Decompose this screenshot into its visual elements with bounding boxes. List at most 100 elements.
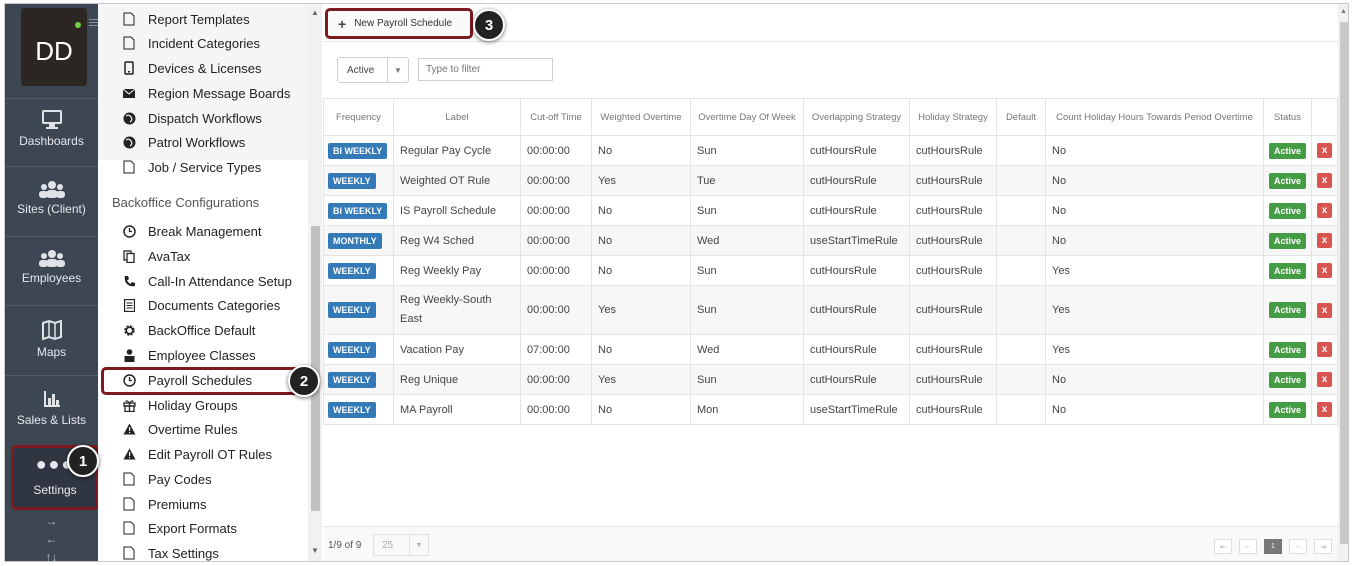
menu-item-documents-categories[interactable]: Documents Categories (118, 294, 280, 316)
delete-button[interactable]: x (1317, 233, 1332, 248)
nav-item-sites[interactable]: Sites (Client) (5, 180, 98, 216)
default-cell (996, 135, 1046, 166)
table-row[interactable]: BI WEEKLY IS Payroll Schedule 00:00:00 No Su… (323, 195, 1338, 226)
table-row[interactable]: WEEKLY Vacation Pay 07:00:00 No Wed cutHoursR… (323, 334, 1338, 365)
status-badge[interactable]: Active (1269, 142, 1307, 159)
page-size-select[interactable]: 25 ▼ (373, 534, 429, 556)
menu-item-premiums[interactable]: Premiums (118, 493, 207, 515)
chevron-down-icon: ▼ (394, 65, 402, 75)
table-row[interactable]: MONTHLY Reg W4 Sched 00:00:00 No Wed useStart… (323, 225, 1338, 256)
scrollbar-thumb[interactable] (1340, 22, 1348, 544)
avatar[interactable]: DD (21, 8, 87, 86)
status-badge[interactable]: Active (1269, 262, 1307, 279)
menu-item-avatax[interactable]: AvaTax (118, 245, 190, 267)
actions-cell: x (1311, 394, 1338, 425)
delete-button[interactable]: x (1317, 173, 1332, 188)
column-header-overtime-day[interactable]: Overtime Day Of Week (690, 98, 804, 136)
prev-page-button[interactable]: ← (1239, 539, 1257, 554)
delete-button[interactable]: x (1317, 372, 1332, 387)
arrow-left-icon[interactable]: ← (5, 530, 98, 548)
scroll-up-icon[interactable]: ▲ (311, 8, 319, 17)
nav-item-employees[interactable]: Employees (5, 249, 98, 285)
overlapping-strategy-cell: cutHoursRule (803, 135, 910, 166)
filter-input[interactable] (418, 58, 553, 81)
settings-menu-scrollbar[interactable]: ▲ ▼ (308, 4, 322, 561)
table-row[interactable]: WEEKLY Reg Weekly Pay 00:00:00 No Sun cutHour… (323, 255, 1338, 286)
holiday-strategy-cell: cutHoursRule (909, 225, 997, 256)
new-payroll-schedule-button[interactable]: + New Payroll Schedule (325, 8, 473, 39)
menu-item-call-in-attendance-setup[interactable]: Call-In Attendance Setup (118, 270, 292, 292)
delete-button[interactable]: x (1317, 143, 1332, 158)
status-badge[interactable]: Active (1269, 371, 1307, 388)
column-header-weighted-overtime[interactable]: Weighted Overtime (591, 98, 691, 136)
delete-button[interactable]: x (1317, 342, 1332, 357)
menu-item-report-templates[interactable]: Report Templates (118, 8, 250, 30)
menu-item-region-message-boards[interactable]: Region Message Boards (118, 82, 290, 104)
nav-item-dashboards[interactable]: Dashboards (5, 110, 98, 148)
table-row[interactable]: WEEKLY Reg Weekly-South East 00:00:00 Yes Su… (323, 285, 1338, 335)
menu-item-job-service-types[interactable]: Job / Service Types (118, 156, 261, 178)
menu-item-edit-payroll-ot-rules[interactable]: Edit Payroll OT Rules (118, 443, 272, 465)
menu-item-export-formats[interactable]: Export Formats (118, 517, 237, 539)
menu-toggle-icon[interactable] (89, 19, 98, 28)
status-badge[interactable]: Active (1269, 302, 1307, 318)
frequency-badge: BI WEEKLY (328, 142, 388, 159)
column-header-count-holiday-hours[interactable]: Count Holiday Hours Towards Period Overt… (1045, 98, 1264, 136)
status-badge[interactable]: Active (1269, 172, 1307, 189)
column-header-frequency[interactable]: Frequency (323, 98, 394, 136)
menu-item-patrol-workflows[interactable]: Patrol Workflows (118, 131, 245, 153)
arrow-right-icon[interactable]: → (5, 512, 98, 530)
menu-item-holiday-groups[interactable]: Holiday Groups (118, 394, 238, 416)
table-row[interactable]: WEEKLY Weighted OT Rule 00:00:00 Yes Tue cutH… (323, 165, 1338, 196)
menu-item-incident-categories[interactable]: Incident Categories (118, 32, 260, 54)
current-page-button[interactable]: 1 (1264, 539, 1282, 554)
delete-button[interactable]: x (1317, 203, 1332, 218)
scroll-up-icon[interactable]: ▲ (1340, 8, 1347, 15)
scroll-down-icon[interactable]: ▼ (311, 546, 319, 555)
table-row[interactable]: WEEKLY MA Payroll 00:00:00 No Mon useStartTim… (323, 394, 1338, 425)
column-header-holiday-strategy[interactable]: Holiday Strategy (909, 98, 997, 136)
column-header-cutoff-time[interactable]: Cut-off Time (520, 98, 592, 136)
table-row[interactable]: WEEKLY Reg Unique 00:00:00 Yes Sun cutHoursRu… (323, 364, 1338, 395)
status-badge[interactable]: Active (1269, 202, 1307, 219)
overlapping-strategy-cell: cutHoursRule (803, 165, 910, 196)
overlapping-strategy-cell: useStartTimeRule (803, 225, 910, 256)
nav-item-label: Maps (36, 345, 67, 359)
holiday-strategy-cell: cutHoursRule (909, 285, 997, 335)
menu-item-devices-licenses[interactable]: Devices & Licenses (118, 57, 261, 79)
overtime-day-cell: Mon (690, 394, 804, 425)
last-page-button[interactable]: ⇥ (1314, 539, 1332, 554)
nav-item-sales-lists[interactable]: Sales & Lists (5, 389, 98, 427)
frequency-badge: WEEKLY (328, 371, 376, 388)
menu-item-employee-classes[interactable]: Employee Classes (118, 344, 256, 366)
frequency-badge: MONTHLY (328, 232, 382, 249)
main-scrollbar[interactable]: ▲ (1338, 4, 1348, 561)
record-count: 1/9 of 9 (328, 540, 362, 551)
nav-item-label: Settings (33, 483, 77, 497)
column-header-status[interactable]: Status (1262, 98, 1313, 136)
menu-item-overtime-rules[interactable]: Overtime Rules (118, 418, 238, 440)
column-header-default[interactable]: Default (996, 98, 1046, 136)
arrow-updown-icon[interactable]: ↑↓ (5, 548, 98, 561)
nav-item-maps[interactable]: Maps (5, 319, 98, 359)
next-page-button[interactable]: → (1289, 539, 1307, 554)
column-header-overlapping-strategy[interactable]: Overlapping Strategy (803, 98, 910, 136)
status-badge[interactable]: Active (1269, 401, 1307, 418)
status-badge[interactable]: Active (1269, 341, 1307, 358)
first-page-button[interactable]: ⇤ (1214, 539, 1232, 554)
column-header-label[interactable]: Label (393, 98, 521, 136)
menu-item-break-management[interactable]: Break Management (118, 220, 261, 242)
delete-button[interactable]: x (1317, 263, 1332, 278)
menu-item-dispatch-workflows[interactable]: Dispatch Workflows (118, 107, 262, 129)
status-badge[interactable]: Active (1269, 232, 1307, 249)
status-select[interactable]: Active ▼ (337, 57, 409, 83)
menu-item-label: Employee Classes (148, 347, 256, 363)
menu-item-pay-codes[interactable]: Pay Codes (118, 468, 212, 490)
table-row[interactable]: BI WEEKLY Regular Pay Cycle 00:00:00 No Sun c… (323, 135, 1338, 166)
weighted-overtime-cell: No (591, 255, 691, 286)
delete-button[interactable]: x (1317, 402, 1332, 417)
delete-button[interactable]: x (1317, 302, 1332, 318)
menu-item-tax-settings[interactable]: Tax Settings (118, 542, 219, 561)
overtime-day-cell: Wed (690, 334, 804, 365)
menu-item-backoffice-default[interactable]: BackOffice Default (118, 319, 255, 341)
